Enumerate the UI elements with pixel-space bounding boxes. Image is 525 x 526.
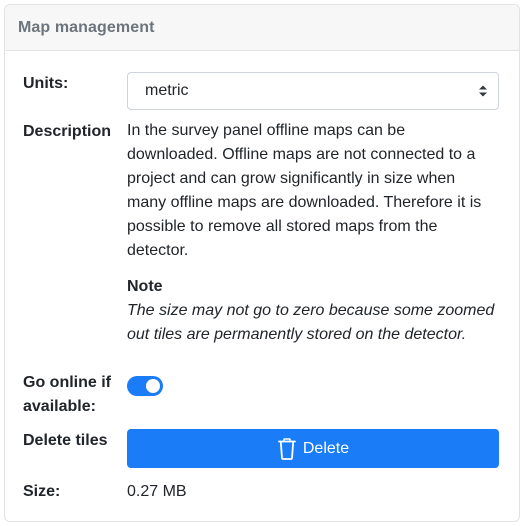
card-header: Map management [5, 5, 519, 51]
go-online-label: Go online if available: [23, 374, 111, 415]
size-value: 0.27 MB [127, 483, 187, 500]
delete-button-label: Delete [302, 439, 350, 457]
size-label: Size: [23, 483, 61, 500]
go-online-toggle[interactable] [127, 376, 163, 396]
delete-button[interactable]: Delete [127, 429, 499, 468]
units-select-value: metric [145, 82, 189, 99]
note-text: The size may not go to zero because some… [127, 302, 495, 343]
units-label: Units: [23, 75, 69, 92]
map-management-card: Map management Units: metric Description… [4, 4, 520, 522]
delete-tiles-label: Delete tiles [23, 432, 108, 449]
toggle-knob [146, 379, 160, 393]
trash-icon [277, 437, 296, 460]
description-text: In the survey panel offline maps can be … [127, 122, 482, 259]
note-title: Note [127, 278, 163, 295]
chevron-up-down-icon [479, 85, 487, 97]
page-title: Map management [18, 18, 155, 36]
description-label: Description [23, 123, 112, 140]
units-select[interactable]: metric [127, 72, 499, 110]
